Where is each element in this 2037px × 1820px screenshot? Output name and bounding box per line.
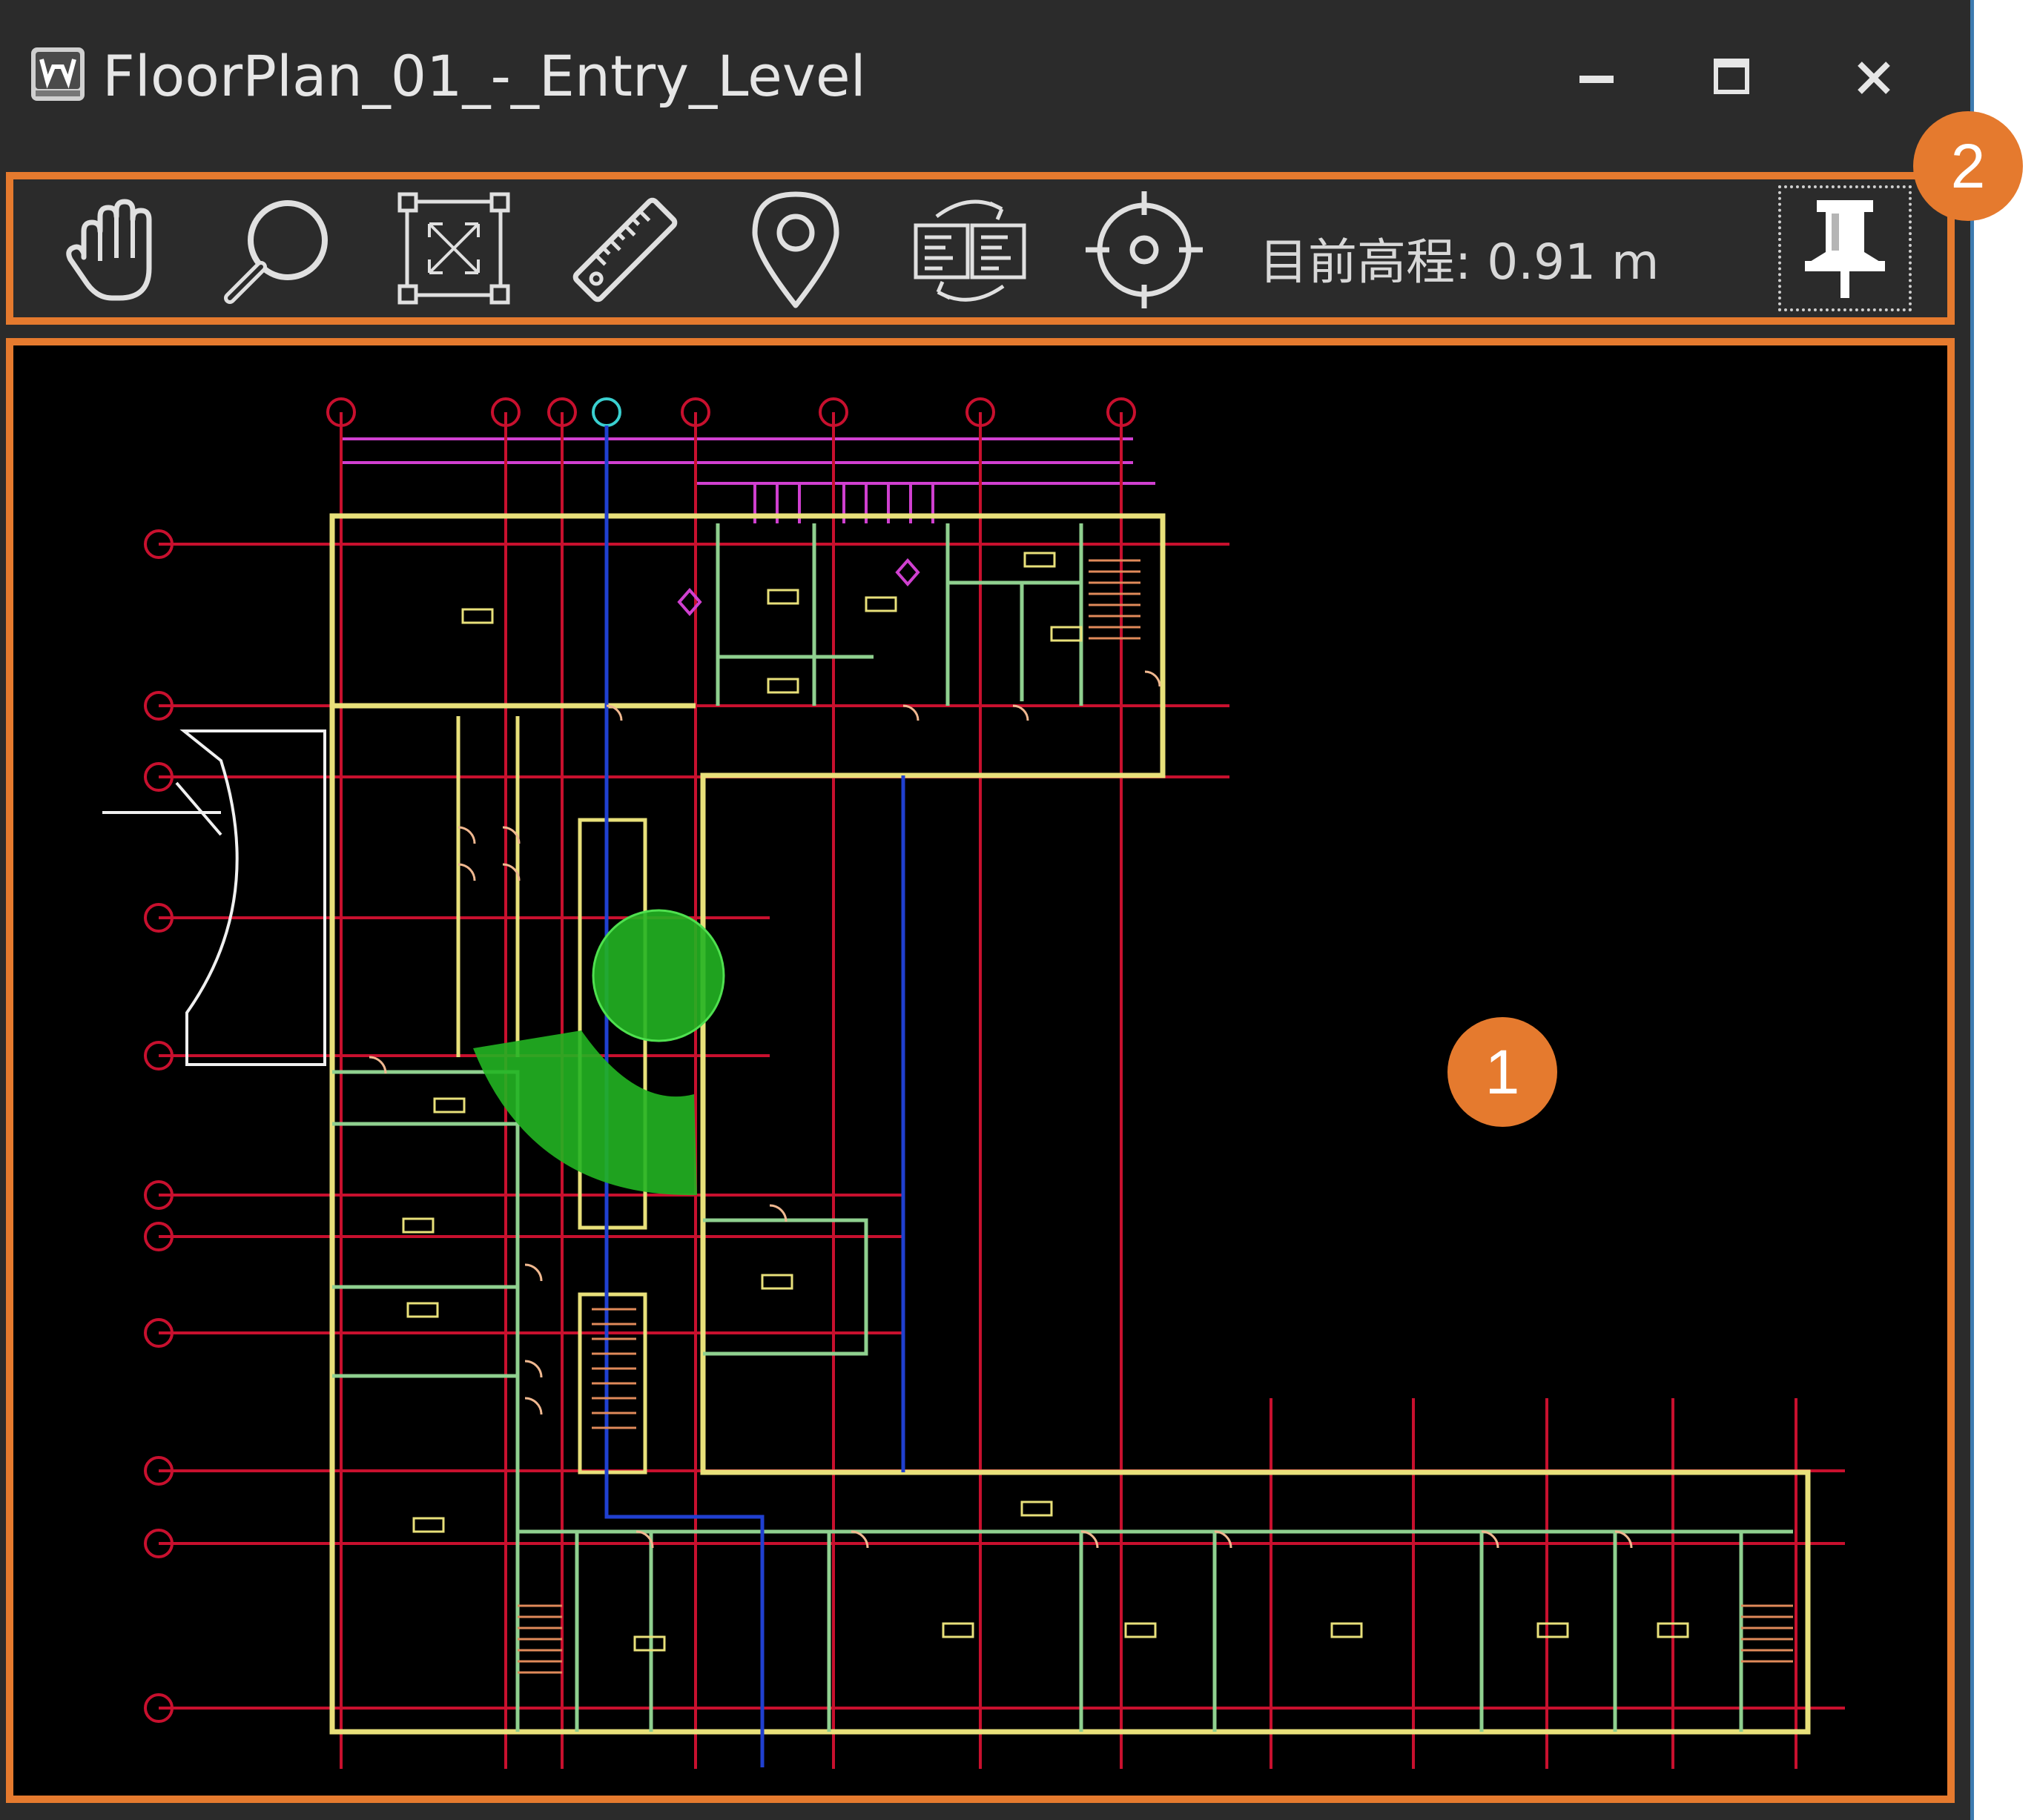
structural-grid: [159, 412, 1845, 1769]
minimize-icon[interactable]: [1563, 44, 1630, 111]
pushpin-icon: [1805, 200, 1885, 298]
entrance-canopy: [102, 729, 326, 1066]
view-cone: [473, 909, 725, 1196]
ruler-icon[interactable]: [562, 187, 688, 313]
callout-badge-toolbar: 2: [1913, 111, 2023, 221]
title-bar[interactable]: FloorPlan_01_-_Entry_Level: [0, 0, 1970, 148]
hand-icon[interactable]: [54, 187, 180, 313]
stairs: [518, 559, 1793, 1674]
floorplan-viewport[interactable]: [13, 345, 1947, 1796]
map-pin-icon[interactable]: [733, 187, 859, 313]
fit-frame-icon[interactable]: [388, 187, 514, 313]
maximize-icon[interactable]: [1698, 44, 1765, 111]
pin-button[interactable]: [1778, 185, 1912, 311]
close-icon[interactable]: [1840, 44, 1907, 111]
floorplan-drawing: [102, 397, 1845, 1769]
app-icon: [31, 47, 85, 101]
current-grid-bubble: [592, 397, 621, 427]
markers: [677, 557, 920, 617]
crosshair-icon[interactable]: [1081, 187, 1207, 313]
callout-badge-viewport: 1: [1447, 1017, 1557, 1127]
floorplan-window: FloorPlan_01_-_Entry_Level 目前高程: 0.91 m …: [0, 0, 2023, 1820]
magnifier-icon[interactable]: [214, 187, 340, 313]
window-title: FloorPlan_01_-_Entry_Level: [102, 43, 866, 109]
dimension-lines: [343, 437, 1155, 523]
elevation-readout: 目前高程: 0.91 m: [1259, 234, 1660, 291]
toolbar: 目前高程: 0.91 m: [13, 179, 1947, 317]
grid-bubbles: [144, 397, 1136, 1723]
sync-views-icon[interactable]: [907, 187, 1033, 313]
